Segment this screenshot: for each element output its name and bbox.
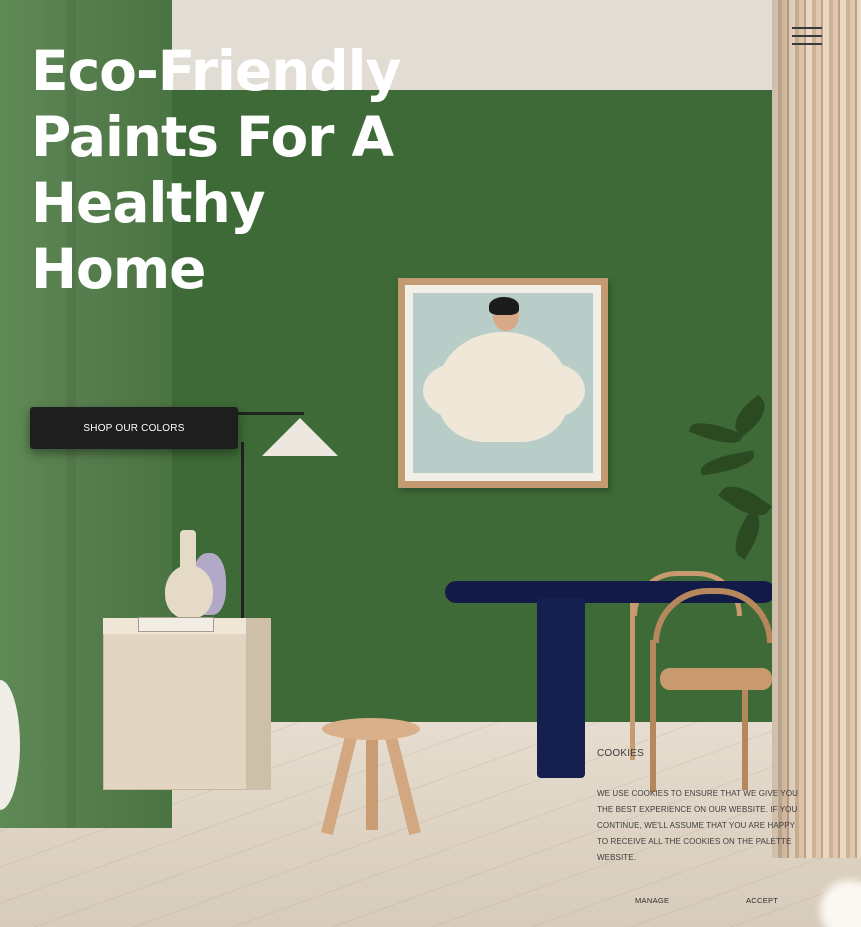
- cabinet-side: [246, 618, 271, 790]
- cookie-actions: MANAGE ACCEPT: [597, 896, 807, 908]
- back-chair-leg: [630, 600, 635, 760]
- manage-cookies-button[interactable]: MANAGE: [635, 896, 669, 905]
- shop-our-colors-button[interactable]: SHOP OUR COLORS: [30, 407, 238, 449]
- menu-icon-line: [792, 43, 822, 45]
- cookie-title: COOKIES: [597, 748, 644, 759]
- floor-lamp-arm: [238, 412, 304, 415]
- stool-seat: [322, 718, 420, 740]
- framed-artwork: [398, 278, 608, 488]
- plant-leaf: [699, 450, 756, 476]
- accept-cookies-button[interactable]: ACCEPT: [746, 896, 778, 905]
- cream-vase: [165, 565, 213, 619]
- dining-table-leg: [537, 598, 585, 778]
- books: [138, 617, 214, 632]
- menu-icon-line: [792, 35, 822, 37]
- hero-title: Eco-Friendly Paints For A Healthy Home: [31, 39, 401, 301]
- cookie-text: WE USE COOKIES TO ENSURE THAT WE GIVE YO…: [597, 789, 799, 862]
- menu-button[interactable]: [790, 24, 824, 48]
- potted-plant: [688, 394, 780, 575]
- stool-leg: [366, 735, 378, 830]
- cookie-banner: COOKIES WE USE COOKIES TO ENSURE THAT WE…: [597, 748, 807, 905]
- front-chair-seat: [660, 668, 772, 690]
- plant-leaf: [727, 510, 768, 560]
- slat-shadow: [772, 0, 861, 858]
- artwork-figure-body: [438, 332, 568, 442]
- artwork-canvas: [405, 285, 601, 481]
- floor-lamp-shade: [262, 418, 338, 456]
- menu-icon-line: [792, 27, 822, 29]
- artwork-figure-hair: [489, 297, 519, 315]
- front-chair-leg: [742, 690, 748, 790]
- front-chair-leg: [650, 640, 656, 792]
